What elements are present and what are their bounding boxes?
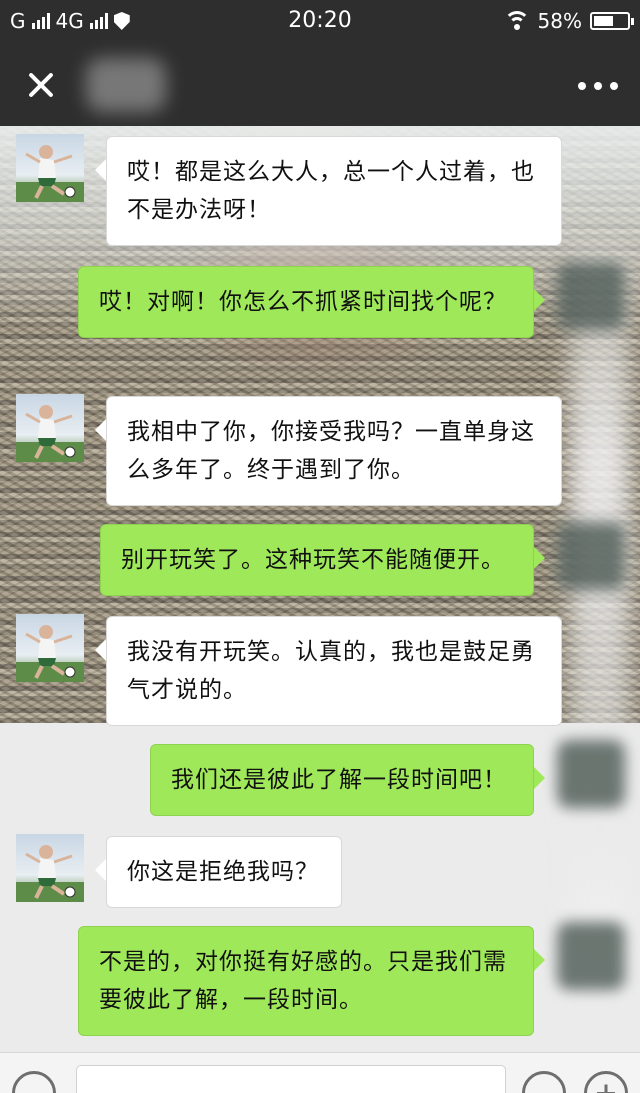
contact-name [86,58,166,112]
battery-icon [590,12,634,30]
message-bubble-received[interactable]: 我没有开玩笑。认真的，我也是鼓足勇气才说的。 [95,616,562,726]
message-bubble-sent[interactable]: 别开玩笑了。这种玩笑不能随便开。 [100,524,545,596]
avatar-contact[interactable] [16,134,84,202]
message-bubble-received[interactable]: 你这是拒绝我吗？ [95,836,342,908]
more-icon[interactable] [578,74,618,98]
message-input[interactable] [76,1065,506,1093]
message-bubble-received[interactable]: 哎！都是这么大人，总一个人过着，也不是办法呀！ [95,136,562,246]
avatar-contact[interactable] [16,614,84,682]
avatar-self[interactable] [557,740,625,808]
avatar-self[interactable] [557,262,625,330]
avatar-image [16,145,84,202]
status-right: 58% [503,9,634,33]
avatar-self[interactable] [557,922,625,990]
avatar-image [16,625,84,682]
battery-percent: 58% [537,9,582,33]
avatar-self[interactable] [557,522,625,590]
voice-icon[interactable] [12,1071,56,1093]
emoji-icon[interactable] [522,1071,566,1093]
message-bubble-sent[interactable]: 哎！对啊！你怎么不抓紧时间找个呢？ [78,266,545,338]
wifi-icon [503,11,530,31]
redacted-blur [570,250,630,970]
chat-header [0,44,640,126]
message-bubble-sent[interactable]: 我们还是彼此了解一段时间吧！ [150,744,545,816]
avatar-contact[interactable] [16,834,84,902]
plus-icon[interactable] [584,1071,628,1093]
status-bar: G 4G 20:20 58% [0,0,640,44]
input-bar [0,1052,640,1093]
message-bubble-received[interactable]: 我相中了你，你接受我吗？一直单身这么多年了。终于遇到了你。 [95,396,562,506]
avatar-image [16,405,84,462]
close-icon[interactable] [18,62,64,108]
avatar-image [16,845,84,902]
avatar-contact[interactable] [16,394,84,462]
battery-fill [594,16,613,26]
message-bubble-sent[interactable]: 不是的，对你挺有好感的。只是我们需要彼此了解，一段时间。 [78,926,545,1036]
